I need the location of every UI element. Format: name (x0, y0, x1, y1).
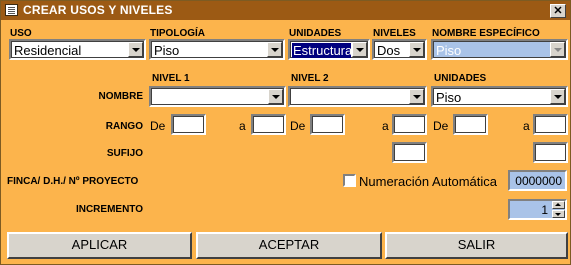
nombre-label: NOMBRE (98, 91, 143, 102)
numeracion-value-field[interactable]: 0000000 (508, 170, 567, 191)
stepper-up-icon[interactable] (552, 201, 565, 209)
window-title: CREAR USOS Y NIVELES (23, 3, 173, 17)
numeracion-automatica-label: Numeración Automática (359, 174, 498, 189)
chevron-down-icon[interactable] (128, 42, 143, 57)
nivel1-label: NIVEL 1 (152, 73, 190, 84)
chevron-down-icon[interactable] (268, 89, 283, 104)
nivel2-label: NIVEL 2 (291, 73, 329, 84)
numeracion-automatica-checkbox[interactable] (343, 174, 356, 187)
salir-button[interactable]: SALIR (385, 232, 568, 259)
rango-de-label: De (433, 119, 449, 133)
rango-de-label: De (290, 119, 306, 133)
incremento-label: INCREMENTO (75, 204, 143, 215)
chevron-down-icon[interactable] (267, 42, 282, 57)
chevron-down-icon[interactable] (409, 89, 424, 104)
title-bar[interactable]: CREAR USOS Y NIVELES ✕ (1, 1, 570, 20)
uso-select[interactable]: Residencial (9, 39, 146, 60)
aplicar-button[interactable]: APLICAR (7, 232, 192, 259)
niveles-label: NIVELES (373, 28, 416, 39)
close-button[interactable]: ✕ (550, 4, 566, 18)
dialog-window: CREAR USOS Y NIVELES ✕ USO TIPOLOGÍA UNI… (0, 0, 571, 265)
unidades-nombre-label: UNIDADES (434, 73, 487, 84)
unidades-label: UNIDADES (289, 28, 342, 39)
nivel2-rango-de-input[interactable] (310, 114, 345, 135)
rango-a-label: a (523, 119, 530, 133)
aceptar-button[interactable]: ACEPTAR (196, 232, 382, 259)
chevron-down-icon[interactable] (352, 42, 367, 57)
tipologia-label: TIPOLOGÍA (150, 28, 205, 39)
uso-label: USO (10, 28, 32, 39)
unidades-rango-de-input[interactable] (453, 114, 488, 135)
nombre-especifico-select: Piso (431, 39, 568, 60)
incremento-stepper[interactable]: 1 (508, 199, 567, 220)
nombre-especifico-label: NOMBRE ESPECÍFICO (432, 28, 540, 39)
rango-a-label: a (239, 119, 246, 133)
nivel1-rango-de-input[interactable] (171, 114, 206, 135)
sufijo-label: SUFIJO (106, 148, 143, 159)
rango-a-label: a (382, 119, 389, 133)
form-icon (5, 4, 18, 16)
nivel2-select[interactable] (288, 86, 427, 107)
nivel1-rango-a-input[interactable] (251, 114, 286, 135)
unidades-select[interactable]: Estructura (288, 39, 370, 60)
nivel2-sufijo-input[interactable] (392, 142, 427, 163)
finca-label: FINCA/ D.H./ Nº PROYECTO (7, 176, 139, 187)
chevron-down-icon[interactable] (550, 89, 565, 104)
nivel1-select[interactable] (149, 86, 286, 107)
niveles-select[interactable]: Dos (372, 39, 427, 60)
unidades-rango-a-input[interactable] (533, 114, 568, 135)
rango-de-label: De (150, 119, 166, 133)
nivel2-rango-a-input[interactable] (392, 114, 427, 135)
stepper-down-icon[interactable] (552, 210, 565, 218)
chevron-down-icon (550, 42, 565, 57)
unidades-nombre-select[interactable]: Piso (431, 86, 568, 107)
tipologia-select[interactable]: Piso (149, 39, 285, 60)
rango-label: RANGO (105, 121, 143, 132)
chevron-down-icon[interactable] (409, 42, 424, 57)
unidades-sufijo-input[interactable] (533, 142, 568, 163)
